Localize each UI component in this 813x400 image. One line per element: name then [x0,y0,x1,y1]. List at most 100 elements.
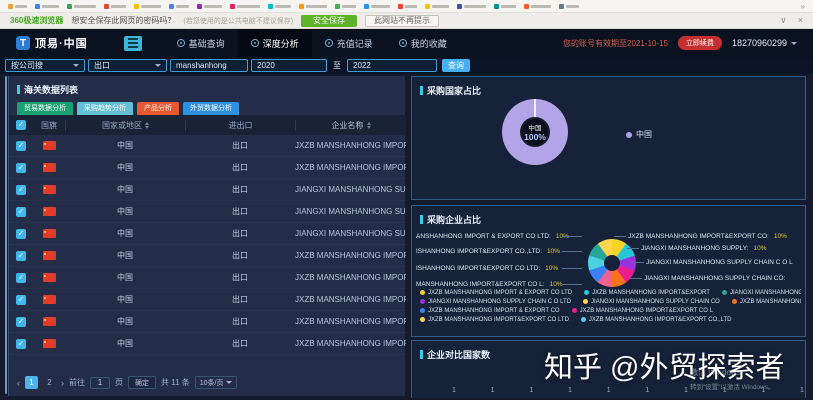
sort-icon[interactable] [367,122,371,129]
bookmark-item[interactable] [457,4,486,9]
next-page-button[interactable]: › [61,378,64,388]
bookmark-item[interactable] [559,4,579,9]
bookmark-item[interactable] [197,4,222,9]
row-flag-cell [33,163,65,172]
analysis-button[interactable]: 采购趋势分析 [77,102,133,116]
table-row[interactable]: 中国出口JXZB MANSHANHONG IMPORT ... [9,267,406,289]
col-trade: 进出口 [185,120,295,131]
row-checkbox[interactable] [16,339,26,349]
year-to-input[interactable] [347,59,437,72]
collapse-icon[interactable]: ∨ [780,15,787,26]
bookmark-item[interactable] [134,4,161,9]
nav-item[interactable]: 我的收藏 [386,29,460,57]
legend-item[interactable]: JIANGXI MANSHANHONG SUPPLY [722,290,801,296]
bookmark-item[interactable] [524,4,551,9]
row-checkbox[interactable] [16,229,26,239]
bookmark-item[interactable] [169,4,189,9]
table-row[interactable]: 中国出口JXZB MANSHANHONG IMPORT... [9,157,406,179]
scrollbar[interactable] [5,76,7,394]
row-checkbox[interactable] [16,207,26,217]
col-country[interactable]: 国家或地区 [65,120,185,131]
prev-page-button[interactable]: ‹ [17,378,20,388]
analysis-button[interactable]: 外贸数据分析 [183,102,239,116]
bookmark-item[interactable] [425,4,449,9]
legend-row: JXZB MANSHANHONG IMPORT&EXPORT CO LTD JXZ… [420,315,801,324]
legend-item[interactable]: JIANGXI MANSHANHONG SUPPLY CHAIN C O LTD [420,299,571,305]
legend-item[interactable]: JXZB MANSHANHONG IMPORT & EXPORT [732,299,801,305]
nav-item[interactable]: 基础查询 [164,29,238,57]
bookmarks-overflow-icon[interactable]: » [801,2,805,11]
bookmark-item[interactable] [335,4,356,9]
bookmark-item[interactable] [494,4,516,9]
table-row[interactable]: 中国出口JXZB MANSHANHONG IMPORT ... [9,245,406,267]
select-all-checkbox[interactable] [16,120,26,130]
bookmark-favicon [67,4,72,9]
nav-item[interactable]: 深度分析 [238,29,312,57]
tooltip-value: 100% [524,132,546,142]
bookmark-favicon [134,4,139,9]
menu-toggle-button[interactable] [124,36,142,51]
nav-item[interactable]: 充值记录 [312,29,386,57]
pie-label-right: JIANGXI MANSHANHONG SUPPLY CHAIN CO: [644,275,785,282]
goto-confirm-button[interactable]: 确定 [128,376,156,389]
label-connector-line [630,278,642,279]
company-pie-chart[interactable] [588,239,636,287]
bookmark-item[interactable] [67,4,96,9]
row-checkbox[interactable] [16,185,26,195]
legend-item[interactable]: JIANGXI MANSHANHONG SUPPLY CHAIN CO [583,299,720,305]
sort-icon[interactable] [145,122,149,129]
table-row[interactable]: 中国出口JXZB MANSHANHONG IMPORT... [9,289,406,311]
country-legend[interactable]: 中国 [626,129,652,140]
pie-label-left: ISHANHONG IMPORT&EXPORT CO.,LTD:10% [416,248,558,255]
bookmark-item[interactable] [364,4,390,9]
china-flag-icon [43,207,56,216]
legend-item[interactable]: JXZB MANSHANHONG IMPORT & EXPORT CO [420,308,560,314]
table-row[interactable]: 中国出口JXZB MANSHANHONG IMPORT... [9,311,406,333]
legend-item[interactable]: JXZB MANSHANHONG IMPORT&EXPORT CO LTD [420,317,569,323]
x-tick-label: 1 [800,387,804,394]
table-row[interactable]: 中国出口JIANGXI MANSHANHONG SUPP... [9,201,406,223]
bookmark-item[interactable] [398,4,417,9]
year-from-input[interactable] [251,59,327,72]
bookmark-item[interactable] [299,4,327,9]
legend-item[interactable]: JXZB MANSHANHONG IMPORT&EXPORT CO.,LTD [581,317,732,323]
row-checkbox[interactable] [16,317,26,327]
search-button[interactable]: 查询 [442,59,470,72]
keyword-input[interactable] [170,59,248,72]
renew-button[interactable]: 立即续费 [678,36,722,50]
row-trade-type: 出口 [185,228,295,239]
dismiss-prompt-button[interactable]: 此网站不再提示 [365,15,439,27]
bookmark-item[interactable] [104,4,126,9]
row-checkbox[interactable] [16,163,26,173]
row-checkbox[interactable] [16,295,26,305]
bookmark-item[interactable] [268,4,291,9]
account-menu[interactable]: 18270960299 [732,38,797,48]
bookmark-label-stub [111,5,126,8]
analysis-button[interactable]: 贸易数据分析 [17,102,73,116]
trade-type-select[interactable]: 出口 [88,59,167,72]
row-checkbox[interactable] [16,273,26,283]
col-company[interactable]: 企业名称 [295,120,406,131]
close-icon[interactable]: × [798,15,803,26]
page-size-select[interactable]: 10条/页 [195,376,238,389]
page-2-button[interactable]: 2 [43,376,56,389]
bookmark-item[interactable] [230,4,260,9]
legend-item[interactable]: JXZB MANSHANHONG IMPORT & EXPORT CO LTD [420,290,572,296]
row-checkbox[interactable] [16,141,26,151]
legend-item[interactable]: JXZB MANSHANHONG IMPORT&EXPORT [584,290,710,296]
analysis-button[interactable]: 产品分析 [137,102,179,116]
row-checkbox[interactable] [16,251,26,261]
bookmark-item[interactable] [35,4,59,9]
table-row[interactable]: 中国出口JIANGXI MANSHANHONG SUPP... [9,223,406,245]
save-password-button[interactable]: 安全保存 [301,15,357,27]
search-type-select[interactable]: 按公司搜 [5,59,85,72]
table-row[interactable]: 中国出口JIANGXI MANSHANHONG SUPPLY [9,179,406,201]
filter-bar: 按公司搜 出口 至 查询 [0,57,813,74]
legend-item[interactable]: JXZB MANSHANHONG IMPORT&EXPORT CO L [572,308,713,314]
bookmark-label-stub [566,5,579,8]
table-row[interactable]: 中国出口JXZB MANSHANHONG IMPORT... [9,333,406,355]
goto-page-input[interactable] [90,377,110,389]
page-1-button[interactable]: 1 [25,376,38,389]
table-row[interactable]: 中国出口JXZB MANSHANHONG IMPORT ... [9,135,406,157]
bookmark-item[interactable] [8,4,27,9]
